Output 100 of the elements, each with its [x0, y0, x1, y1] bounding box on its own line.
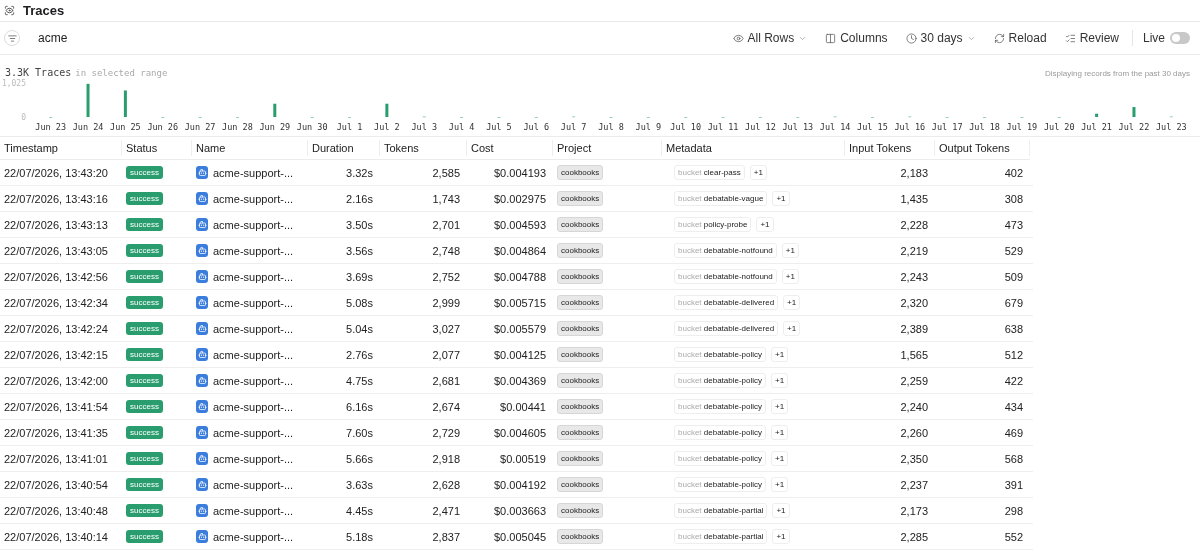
axis-tick-label: Jun 29	[259, 122, 291, 132]
trace-name[interactable]: acme-support-...	[213, 192, 294, 205]
input-tokens-cell-text: 1,565	[899, 348, 929, 361]
status-badge: success	[126, 530, 163, 543]
status-badge: success	[126, 426, 163, 439]
column-header[interactable]: Input Tokens	[845, 140, 935, 156]
trace-name[interactable]: acme-support-...	[213, 530, 294, 543]
axis-tick-label: Jul 19	[1006, 122, 1038, 132]
metadata-tag: bucket debatable-policy	[674, 373, 767, 388]
cost-cell-text: $0.002975	[493, 192, 547, 205]
cost-cell-text: $0.004864	[493, 244, 547, 257]
duration-cell-text: 3.50s	[345, 218, 374, 231]
dropdown-button[interactable]: 30 days	[896, 31, 985, 45]
output-tokens-cell-text: 568	[1003, 452, 1024, 465]
axis-tick-label: Jul 11	[707, 122, 739, 132]
trace-name[interactable]: acme-support-...	[213, 348, 294, 361]
columns-icon	[825, 32, 837, 44]
status-badge: success	[126, 192, 163, 205]
column-header[interactable]: Project	[553, 140, 662, 156]
trace-name[interactable]: acme-support-...	[213, 296, 294, 309]
dropdown-button[interactable]: All Rows	[723, 31, 817, 45]
filter-button[interactable]	[4, 30, 20, 46]
timestamp-cell-text: 22/07/2026, 13:42:15	[3, 348, 109, 361]
duration-cell-text: 5.04s	[345, 322, 374, 335]
range-note: Displaying records from the past 30 days	[1045, 69, 1190, 78]
column-header[interactable]: Status	[122, 140, 192, 156]
bot-icon	[196, 504, 208, 517]
toolbar-button[interactable]: Review	[1055, 31, 1128, 45]
duration-cell-text: 3.56s	[345, 244, 374, 257]
project-tag: cookbooks	[557, 243, 604, 258]
column-header[interactable]: Timestamp	[0, 140, 122, 156]
more-tag: +1	[771, 451, 789, 466]
trace-name[interactable]: acme-support-...	[213, 374, 294, 387]
toolbar-button[interactable]: Reload	[984, 31, 1056, 45]
metadata-tag: bucket debatable-policy	[674, 425, 767, 440]
axis-tick-label: Jul 20	[1043, 122, 1075, 132]
bot-icon	[196, 218, 208, 231]
trace-name[interactable]: acme-support-...	[213, 244, 294, 257]
tokens-cell-text: 2,748	[431, 244, 461, 257]
trace-name[interactable]: acme-support-...	[213, 452, 294, 465]
duration-cell-text: 4.45s	[345, 504, 374, 517]
tokens-cell-text: 2,585	[431, 166, 461, 179]
input-tokens-cell-text: 2,173	[899, 504, 929, 517]
live-toggle[interactable]	[1170, 32, 1190, 44]
trace-name[interactable]: acme-support-...	[213, 218, 294, 231]
bot-icon	[196, 426, 208, 439]
column-header[interactable]: Tokens	[380, 140, 467, 156]
timestamp-cell-text: 22/07/2026, 13:42:00	[3, 374, 109, 387]
trace-name[interactable]: acme-support-...	[213, 322, 294, 335]
bot-icon	[196, 478, 208, 491]
timestamp-cell-text: 22/07/2026, 13:41:35	[3, 426, 109, 439]
bot-icon	[196, 296, 208, 309]
timestamp-cell-text: 22/07/2026, 13:40:48	[3, 504, 109, 517]
more-tag: +1	[783, 295, 801, 310]
more-tag: +1	[756, 217, 774, 232]
chart-bar	[123, 90, 127, 117]
duration-cell-text: 2.76s	[345, 348, 374, 361]
cost-cell-text: $0.00441	[499, 400, 547, 413]
more-tag: +1	[771, 399, 789, 414]
trace-name[interactable]: acme-support-...	[213, 166, 294, 179]
timestamp-cell-text: 22/07/2026, 13:43:13	[3, 218, 109, 231]
cost-cell-text: $0.005045	[493, 530, 547, 543]
project-tag: cookbooks	[557, 529, 604, 544]
search-field[interactable]: acme	[36, 30, 340, 46]
status-badge: success	[126, 452, 163, 465]
trace-name[interactable]: acme-support-...	[213, 400, 294, 413]
column-header[interactable]: Output Tokens	[935, 140, 1030, 156]
trace-name[interactable]: acme-support-...	[213, 426, 294, 439]
trace-name[interactable]: acme-support-...	[213, 478, 294, 491]
axis-tick-label: Jul 23	[1155, 122, 1187, 132]
column-header[interactable]: Metadata	[662, 140, 845, 156]
more-tag: +1	[781, 243, 799, 258]
bot-icon	[196, 348, 208, 361]
column-header[interactable]: Name	[192, 140, 308, 156]
status-badge: success	[126, 218, 163, 231]
cost-cell-text: $0.004369	[493, 374, 547, 387]
toolbar-button[interactable]: Columns	[816, 31, 897, 45]
duration-cell-text: 5.18s	[345, 530, 374, 543]
column-header[interactable]: Cost	[467, 140, 553, 156]
trace-name[interactable]: acme-support-...	[213, 504, 294, 517]
project-tag: cookbooks	[557, 451, 604, 466]
input-tokens-cell-text: 2,259	[899, 374, 929, 387]
axis-tick-label: Jul 21	[1081, 122, 1112, 132]
tokens-cell-text: 2,729	[431, 426, 461, 439]
tokens-cell-text: 2,674	[431, 400, 461, 413]
output-tokens-cell-text: 422	[1003, 374, 1024, 387]
bot-icon	[196, 322, 208, 335]
axis-tick-label: Jul 16	[894, 122, 926, 132]
axis-tick-label: Jun 28	[222, 122, 253, 132]
more-tag: +1	[771, 373, 789, 388]
timestamp-cell-text: 22/07/2026, 13:42:24	[3, 322, 109, 335]
output-tokens-cell-text: 512	[1003, 348, 1024, 361]
more-tag: +1	[772, 191, 790, 206]
more-tag: +1	[771, 425, 789, 440]
checklist-icon	[1064, 32, 1076, 44]
trace-name[interactable]: acme-support-...	[213, 270, 294, 283]
input-tokens-cell-text: 2,237	[899, 478, 929, 491]
project-tag: cookbooks	[557, 477, 604, 492]
input-tokens-cell-text: 2,219	[899, 244, 929, 257]
column-header[interactable]: Duration	[308, 140, 380, 156]
